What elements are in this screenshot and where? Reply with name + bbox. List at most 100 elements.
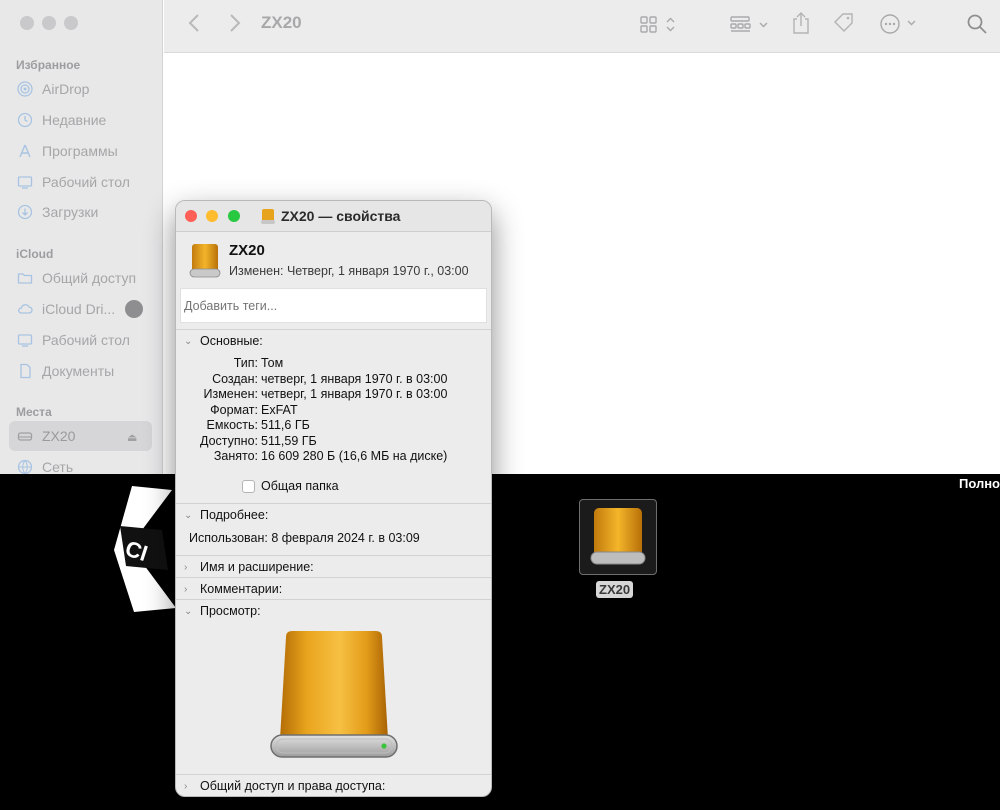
zoom-button[interactable]: [64, 16, 78, 30]
section-title: Подробнее:: [200, 508, 269, 522]
last-used: Использован: 8 февраля 2024 г. в 03:09: [189, 531, 420, 545]
window-title: ZX20: [261, 13, 302, 32]
desktop-icon: [16, 331, 34, 349]
sidebar-heading-places: Места: [16, 405, 52, 419]
sidebar-item-label: Документы: [42, 363, 115, 379]
row-key: Изменен:: [203, 387, 259, 401]
more-actions-icon[interactable]: [879, 13, 919, 35]
info-row-available: Доступно: 511,59 ГБ: [176, 433, 491, 450]
chevron-right-icon: ›: [184, 780, 188, 792]
row-key: Доступно:: [199, 433, 258, 448]
drive-icon: [16, 427, 34, 445]
sidebar-heading-favorites: Избранное: [16, 58, 81, 72]
applications-icon: [16, 142, 34, 160]
group-view-icon[interactable]: [730, 15, 770, 35]
section-general-toggle[interactable]: ⌄ Основные:: [184, 334, 263, 348]
eject-icon[interactable]: ⏏: [127, 431, 137, 444]
item-modified: Изменен: Четверг, 1 января 1970 г., 03:0…: [229, 264, 469, 278]
row-key: Формат:: [210, 402, 258, 417]
search-icon[interactable]: [966, 13, 988, 35]
forward-icon[interactable]: [228, 13, 242, 33]
info-row-type: Тип: Том: [176, 356, 491, 372]
minimize-button[interactable]: [42, 16, 56, 30]
section-name-ext: [176, 555, 491, 556]
back-icon[interactable]: [187, 13, 201, 33]
item-name: ZX20: [229, 242, 265, 259]
sidebar-item-network[interactable]: Сеть: [16, 456, 73, 474]
section-preview-toggle[interactable]: ⌄ Просмотр:: [184, 604, 261, 618]
row-key: Емкость:: [206, 418, 258, 432]
sidebar-item-downloads[interactable]: Загрузки: [16, 201, 98, 223]
section-title: Просмотр:: [200, 604, 261, 618]
row-key: Тип:: [233, 356, 258, 370]
desktop-drive-icon[interactable]: [579, 499, 657, 575]
sidebar-item-icloud-drive[interactable]: iCloud Dri...: [16, 298, 115, 320]
info-minimize-button[interactable]: [206, 210, 218, 222]
section-title: Комментарии:: [200, 582, 283, 596]
section-title: Основные:: [200, 334, 263, 348]
sidebar-item-label: Загрузки: [42, 204, 99, 220]
chevron-right-icon: ›: [184, 583, 188, 595]
sidebar-item-zx20[interactable]: ZX20: [16, 425, 75, 447]
section-more-toggle[interactable]: ⌄ Подробнее:: [184, 508, 268, 522]
finder-window: Избранное AirDrop Недавние Программы Раб…: [0, 0, 1000, 474]
sidebar-item-applications[interactable]: Программы: [16, 140, 118, 162]
clock-icon: [16, 111, 34, 129]
info-zoom-button[interactable]: [228, 210, 240, 222]
sidebar-item-label: Общий доступ: [42, 270, 137, 286]
section-sharing: [176, 774, 491, 775]
sidebar-item-label: Рабочий стол: [42, 174, 130, 190]
sidebar-item-shared[interactable]: Общий доступ: [16, 267, 136, 289]
section-more: [176, 503, 491, 504]
close-button[interactable]: [20, 16, 34, 30]
section-general: [176, 329, 491, 330]
info-row-format: Формат: ExFAT: [176, 402, 491, 419]
sidebar-item-documents[interactable]: Документы: [16, 360, 114, 382]
chevron-down-icon: ⌄: [184, 509, 193, 521]
desktop-icon: [16, 173, 34, 191]
info-row-modified: Изменен: четверг, 1 января 1970 г. в 03:0…: [176, 387, 491, 403]
sidebar-item-label: AirDrop: [42, 81, 90, 97]
shared-folder-checkbox-row[interactable]: Общая папка: [242, 479, 339, 493]
sidebar-item-airdrop[interactable]: AirDrop: [16, 78, 89, 100]
section-name-ext-toggle[interactable]: › Имя и расширение:: [184, 560, 314, 574]
drive-icon: [260, 208, 276, 231]
info-close-button[interactable]: [185, 210, 197, 222]
sidebar-item-label: iCloud Dri...: [42, 301, 116, 317]
sidebar-item-icloud-desktop[interactable]: Рабочий стол: [16, 329, 130, 351]
row-key: Создан:: [212, 371, 258, 386]
sidebar-item-label: Программы: [42, 143, 118, 159]
shared-folder-checkbox[interactable]: [242, 479, 255, 493]
desktop-drive-label[interactable]: ZX20: [596, 581, 634, 598]
section-title: Общий доступ и права доступа:: [200, 779, 386, 793]
tags-input[interactable]: [180, 288, 487, 323]
row-value: 511,6 ГБ: [261, 418, 310, 432]
icloud-status-icon: [125, 300, 143, 318]
chevron-right-icon: ›: [184, 561, 188, 573]
row-value: 511,59 ГБ: [261, 433, 317, 448]
info-window-title: ZX20 — свойства: [281, 208, 401, 224]
sidebar-item-desktop[interactable]: Рабочий стол: [16, 171, 130, 193]
desktop: Полно CI ZX20: [0, 474, 1000, 810]
desktop-text: Полно: [958, 476, 1000, 491]
section-comments-toggle[interactable]: › Комментарии:: [184, 582, 282, 596]
info-row-created: Создан: четверг, 1 января 1970 г. в 03:00: [176, 371, 491, 388]
row-value: четверг, 1 января 1970 г. в 03:00: [261, 387, 448, 401]
section-sharing-toggle[interactable]: › Общий доступ и права доступа:: [184, 779, 385, 793]
row-value: 16 609 280 Б (16,6 МБ на диске): [261, 449, 448, 463]
row-value: четверг, 1 января 1970 г. в 03:00: [261, 371, 448, 386]
section-comments: [176, 577, 491, 578]
sidebar-item-recents[interactable]: Недавние: [16, 109, 106, 131]
section-preview: [176, 599, 491, 600]
grid-view-icon[interactable]: [640, 15, 680, 35]
share-icon[interactable]: [791, 11, 811, 35]
drive-preview-icon: [268, 629, 400, 766]
sidebar-heading-icloud: iCloud: [16, 247, 54, 261]
airdrop-icon: [16, 80, 34, 98]
sidebar-item-label: ZX20: [42, 428, 76, 444]
network-icon: [16, 458, 34, 474]
info-row-used: Занято: 16 609 280 Б (16,6 МБ на диске): [176, 449, 491, 465]
section-title: Имя и расширение:: [200, 560, 314, 574]
tag-icon[interactable]: [832, 11, 856, 35]
sidebar: Избранное AirDrop Недавние Программы Раб…: [0, 0, 163, 474]
